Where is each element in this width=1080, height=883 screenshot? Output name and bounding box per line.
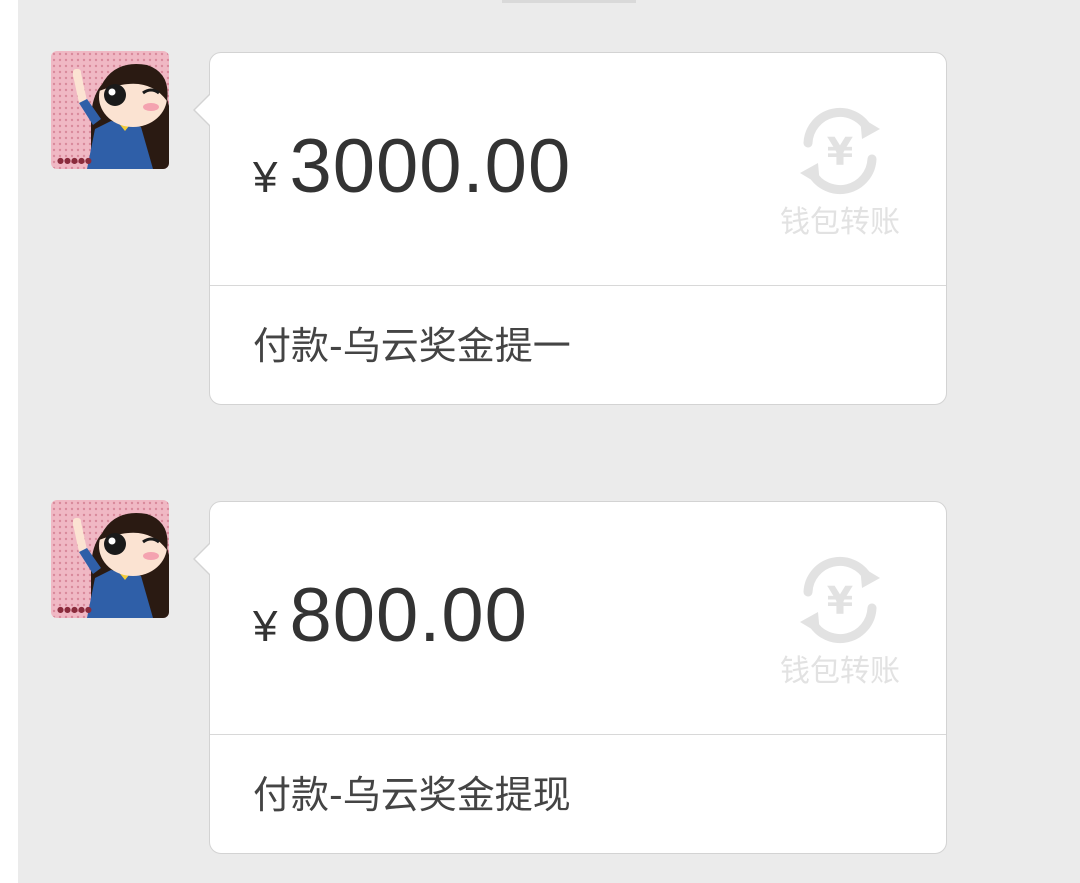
amount-row: ¥ 3000.00 bbox=[253, 123, 571, 223]
yuan-transfer-icon: ¥ bbox=[800, 556, 880, 644]
svg-text:●●●●●: ●●●●● bbox=[57, 605, 92, 614]
bubble-tail bbox=[193, 542, 211, 576]
transfer-amount: 800.00 bbox=[289, 573, 528, 658]
transfer-bubble[interactable]: ¥ 800.00 ¥ 钱包转账 付款-乌云奖金提现 bbox=[193, 501, 947, 854]
avatar[interactable]: ●●●●● bbox=[51, 51, 169, 169]
bubble-divider bbox=[210, 734, 946, 735]
yuan-transfer-icon: ¥ bbox=[800, 107, 880, 195]
bubble-divider bbox=[210, 285, 946, 286]
transfer-memo: 付款-乌云奖金提现 bbox=[253, 773, 571, 817]
currency-symbol: ¥ bbox=[253, 602, 278, 651]
transfer-bubble[interactable]: ¥ 3000.00 ¥ 钱包转账 付款-乌云奖金提一 bbox=[193, 52, 947, 405]
bubble-tail bbox=[193, 93, 211, 127]
wallet-transfer-label: 钱包转账 bbox=[780, 654, 900, 689]
currency-symbol: ¥ bbox=[253, 153, 278, 202]
avatar[interactable]: ●●●●● bbox=[51, 500, 169, 618]
amount-row: ¥ 800.00 bbox=[253, 572, 528, 672]
transfer-amount: 3000.00 bbox=[289, 124, 572, 209]
transfer-memo: 付款-乌云奖金提一 bbox=[253, 324, 571, 368]
top-tab-indicator bbox=[502, 0, 636, 3]
wallet-transfer-watermark: ¥ 钱包转账 bbox=[770, 552, 910, 689]
chat-area: ●●●●● ¥ 3000.00 ¥ 钱包转账 付款-乌云奖金提一 ●●●●● ¥… bbox=[18, 0, 1080, 883]
wallet-transfer-watermark: ¥ 钱包转账 bbox=[770, 103, 910, 240]
wallet-transfer-label: 钱包转账 bbox=[780, 205, 900, 240]
svg-text:●●●●●: ●●●●● bbox=[57, 156, 92, 165]
svg-text:¥: ¥ bbox=[827, 130, 853, 174]
svg-text:¥: ¥ bbox=[827, 579, 853, 623]
